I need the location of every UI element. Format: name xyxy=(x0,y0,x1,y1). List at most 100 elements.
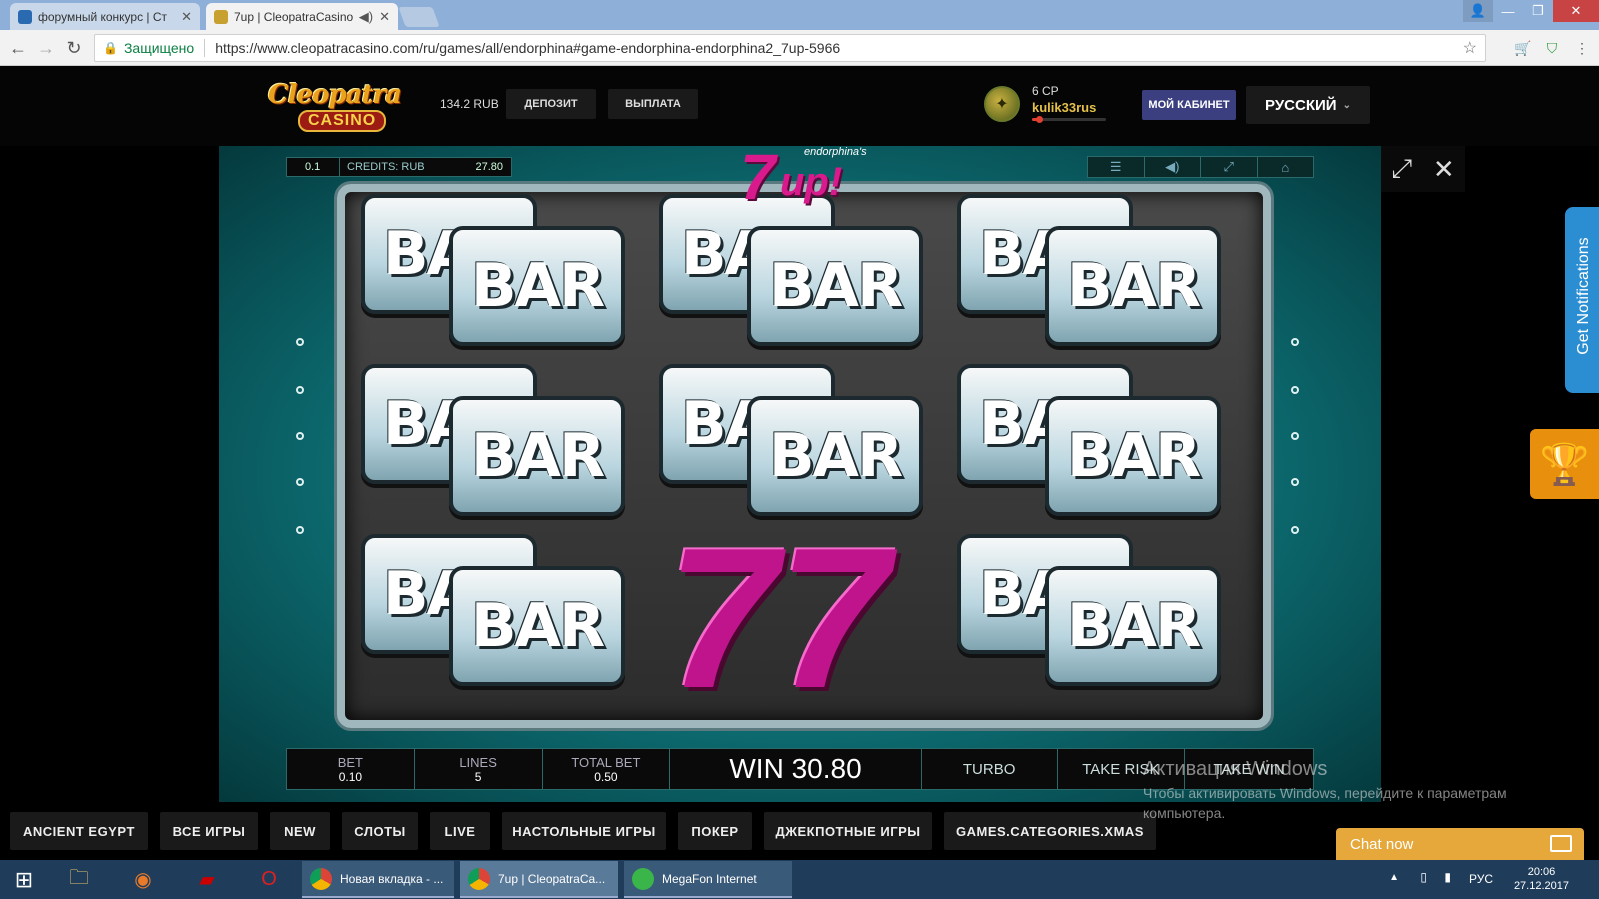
audio-icon[interactable]: ◀) xyxy=(359,9,373,25)
forward-icon[interactable]: → xyxy=(36,38,56,58)
bet-box[interactable]: BET 0.10 xyxy=(287,749,415,789)
signal-icon[interactable]: ▮ xyxy=(1444,870,1451,884)
new-tab-button[interactable] xyxy=(398,7,440,27)
url-field[interactable]: 🔒 Защищено https://www.cleopatracasino.c… xyxy=(94,34,1486,62)
username[interactable]: kulik33rus xyxy=(1032,100,1096,115)
payline-marker xyxy=(296,526,304,534)
taskbar-app-new-tab[interactable]: Новая вкладка - ... xyxy=(302,861,454,898)
shield-extension-icon[interactable]: ⛉ xyxy=(1543,39,1561,57)
taskbar-app-label: Новая вкладка - ... xyxy=(340,871,444,886)
restore-icon[interactable]: ❐ xyxy=(1523,0,1553,22)
windows-activation-watermark: Активация Windows Чтобы активировать Win… xyxy=(1143,758,1543,823)
bookmark-star-icon[interactable]: ☆ xyxy=(1463,38,1477,58)
taskbar-app-7up[interactable]: 7up | CleopatraCa... xyxy=(460,861,618,898)
status-scarab-icon[interactable]: ✦ xyxy=(984,86,1020,122)
date: 27.12.2017 xyxy=(1513,880,1569,892)
chrome-icon xyxy=(310,867,332,890)
close-tab-icon[interactable]: ✕ xyxy=(181,9,192,25)
chat-now-button[interactable]: Chat now xyxy=(1336,828,1584,860)
tray-expand-icon[interactable]: ▲ xyxy=(1389,872,1399,883)
tab-forum[interactable]: форумный конкурс | Ст ✕ xyxy=(10,3,200,30)
payline-marker xyxy=(1291,526,1299,534)
lines-box[interactable]: LINES 5 xyxy=(415,749,543,789)
payline-marker xyxy=(296,478,304,486)
reload-icon[interactable]: ↻ xyxy=(64,38,84,58)
bar-tile-front: BAR xyxy=(1045,566,1221,686)
symbol-label: BAR xyxy=(470,251,605,321)
tab-7up[interactable]: 7up | CleopatraCasino ◀) ✕ xyxy=(206,3,398,30)
category-1[interactable]: ВСЕ ИГРЫ xyxy=(160,812,258,850)
trophy-icon[interactable]: 🏆 xyxy=(1530,429,1599,499)
payline-marker xyxy=(1291,432,1299,440)
reels-area[interactable]: BARBARBARBARBARBARBARBARBARBARBARBARBARB… xyxy=(337,184,1271,730)
file-explorer-icon[interactable]: 🗀 xyxy=(56,863,102,896)
clock[interactable]: 20:06 27.12.2017 xyxy=(1514,865,1569,893)
symbol-bar: BARBAR xyxy=(945,192,1225,360)
payline-marker xyxy=(296,338,304,346)
menu-icon[interactable]: ⋮ xyxy=(1573,39,1591,57)
tab-label: форумный конкурс | Ст xyxy=(38,9,168,24)
bar-tile-front: BAR xyxy=(449,396,625,516)
cleopatra-logo[interactable]: Cleopatra CASINO xyxy=(268,80,416,134)
minimize-icon[interactable]: — xyxy=(1493,0,1523,22)
cart-extension-icon[interactable]: 🛒 xyxy=(1514,39,1532,57)
game-launcher-icon[interactable]: ▰ xyxy=(184,863,230,896)
close-window-icon[interactable]: ✕ xyxy=(1553,0,1599,22)
back-icon[interactable]: ← xyxy=(8,38,28,58)
category-3[interactable]: СЛОТЫ xyxy=(342,812,418,850)
category-5[interactable]: НАСТОЛЬНЫЕ ИГРЫ xyxy=(502,812,666,850)
symbol-label: BAR xyxy=(470,591,605,661)
close-tab-icon[interactable]: ✕ xyxy=(379,9,390,25)
address-bar-row: ← → ↻ 🔒 Защищено https://www.cleopatraca… xyxy=(0,30,1599,66)
input-language[interactable]: РУС xyxy=(1469,872,1493,886)
opera-icon[interactable]: O xyxy=(246,863,292,896)
game-logo-brand: endorphina's xyxy=(804,146,867,158)
level-progress-knob xyxy=(1036,116,1044,123)
sound-icon[interactable]: ◀) xyxy=(1145,157,1201,177)
expand-icon[interactable]: ⤢ xyxy=(1391,153,1412,185)
network-icon[interactable]: ▯ xyxy=(1420,870,1427,884)
game-logo-number: 7 xyxy=(740,141,776,213)
casino-favicon-icon xyxy=(214,9,228,24)
forum-favicon-icon xyxy=(18,9,32,24)
my-cabinet-button[interactable]: МОЙ КАБИНЕТ xyxy=(1142,90,1236,120)
close-game-icon[interactable]: ✕ xyxy=(1433,154,1455,185)
game-controls: ☰ ◀) ⤢ ⌂ xyxy=(1087,156,1314,178)
symbol-bar: BARBAR xyxy=(349,532,629,700)
category-7[interactable]: ДЖЕКПОТНЫЕ ИГРЫ xyxy=(764,812,932,850)
category-8[interactable]: GAMES.CATEGORIES.XMAS xyxy=(944,812,1156,850)
turbo-button[interactable]: TURBO xyxy=(922,749,1058,789)
home-icon[interactable]: ⌂ xyxy=(1258,157,1314,177)
activation-subtitle: Чтобы активировать Windows, перейдите к … xyxy=(1143,785,1507,821)
site-header: Cleopatra CASINO 134.2 RUB ДЕПОЗИТ ВЫПЛА… xyxy=(0,66,1599,146)
firefox-icon[interactable]: ◉ xyxy=(120,863,166,896)
symbol-label: BAR xyxy=(1066,251,1201,321)
chat-label: Chat now xyxy=(1350,835,1414,853)
category-2[interactable]: NEW xyxy=(270,812,330,850)
screen: форумный конкурс | Ст ✕ 7up | CleopatraC… xyxy=(0,0,1599,899)
logo-top: Cleopatra xyxy=(268,80,402,110)
symbol-label: BAR xyxy=(768,251,903,321)
game-fullscreen-icon[interactable]: ⤢ xyxy=(1201,157,1258,177)
bar-tile-front: BAR xyxy=(449,226,625,346)
taskbar-app-label: 7up | CleopatraCa... xyxy=(498,871,606,886)
symbol-label: 77 xyxy=(667,507,890,730)
symbol-label: BAR xyxy=(470,421,605,491)
divider xyxy=(339,158,340,176)
chat-window-icon xyxy=(1550,835,1572,852)
language-select[interactable]: РУССКИЙ ⌄ xyxy=(1246,86,1370,124)
taskbar-app-label: MegaFon Internet xyxy=(662,871,757,886)
category-0[interactable]: ANCIENT EGYPT xyxy=(10,812,148,850)
get-notifications-tab[interactable]: Get Notifications xyxy=(1565,207,1599,393)
windows-start-icon[interactable]: ⊞ xyxy=(0,860,48,899)
deposit-button[interactable]: ДЕПОЗИТ xyxy=(506,89,596,119)
symbol-bar: BARBAR xyxy=(647,192,927,360)
category-4[interactable]: LIVE xyxy=(430,812,490,850)
category-6[interactable]: ПОКЕР xyxy=(678,812,752,850)
level-progress xyxy=(1032,116,1106,123)
profile-icon[interactable]: 👤 xyxy=(1463,0,1493,22)
symbol-seven: 77 xyxy=(657,507,947,730)
game-menu-icon[interactable]: ☰ xyxy=(1088,157,1145,177)
withdraw-button[interactable]: ВЫПЛАТА xyxy=(608,89,698,119)
taskbar-app-megafon[interactable]: MegaFon Internet xyxy=(624,861,792,898)
